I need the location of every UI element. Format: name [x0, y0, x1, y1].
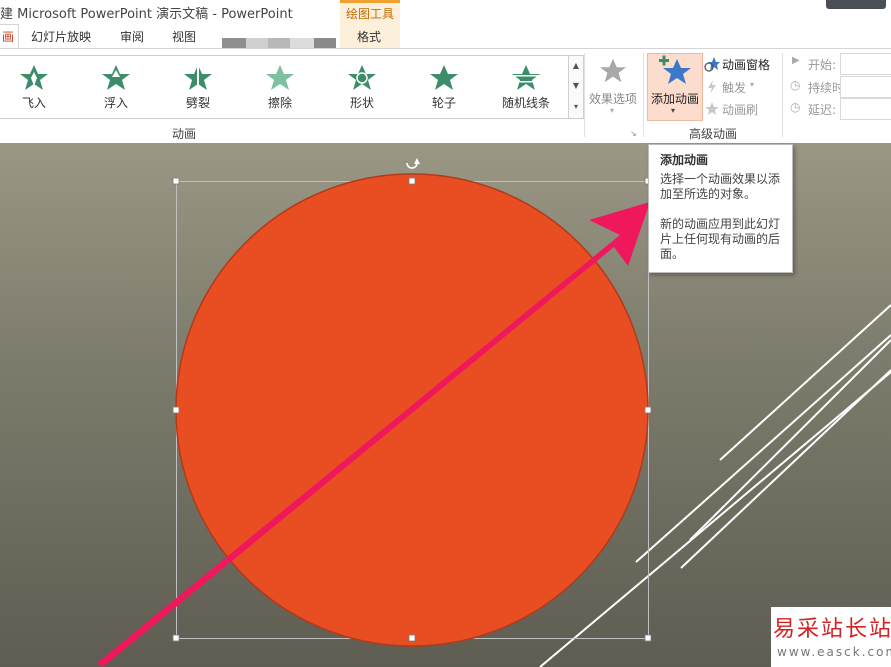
- title-bar: 建 Microsoft PowerPoint 演示文稿 - PowerPoint: [0, 0, 891, 24]
- watermark-url: www.easck.com: [777, 645, 891, 659]
- timing-start-label: 开始:: [808, 58, 837, 72]
- tooltip-note: 新的动画应用到此幻灯片上任何现有动画的后面。: [660, 217, 781, 261]
- anim-label: 轮子: [431, 96, 456, 110]
- separator: [782, 53, 783, 137]
- add-animation-star-icon: [659, 55, 691, 84]
- chevron-down-icon: ▾: [610, 106, 615, 115]
- effect-options-label: 效果选项: [588, 92, 637, 106]
- anim-label: 飞入: [21, 96, 46, 110]
- timing-duration-input[interactable]: [840, 76, 891, 98]
- animation-painter-icon: [705, 102, 719, 115]
- effect-options-star-icon: [599, 58, 627, 83]
- window-controls[interactable]: [826, 0, 886, 9]
- gallery-scroll-down-icon[interactable]: ▼: [569, 76, 583, 96]
- anim-label: 擦除: [267, 96, 292, 110]
- anim-label: 随机线条: [501, 96, 550, 110]
- shape-star-icon: [348, 65, 376, 90]
- add-animation-tooltip: 添加动画 选择一个动画效果以添加至所选的对象。 新的动画应用到此幻灯片上任何现有…: [648, 144, 793, 273]
- window-title: 建 Microsoft PowerPoint 演示文稿 - PowerPoint: [0, 7, 293, 22]
- anim-random-bars[interactable]: 随机线条: [496, 56, 556, 116]
- anim-float-in[interactable]: 浮入: [86, 56, 146, 116]
- anim-label: 劈裂: [185, 96, 210, 110]
- tab-animations-label: 画: [2, 30, 15, 44]
- chevron-down-icon: ▾: [671, 106, 676, 115]
- tab-animations[interactable]: 画: [0, 24, 19, 49]
- anim-split[interactable]: 劈裂: [168, 56, 228, 116]
- anim-shape[interactable]: 形状: [332, 56, 392, 116]
- gallery-more-icon[interactable]: ▾: [569, 97, 583, 117]
- tab-format[interactable]: 格式: [357, 28, 381, 45]
- trigger-label: 触发: [722, 81, 747, 95]
- separator: [643, 53, 644, 137]
- anim-wipe[interactable]: 擦除: [250, 56, 310, 116]
- site-watermark: 易采站长站 www.easck.com: [771, 607, 891, 667]
- anim-label: 形状: [349, 96, 374, 110]
- float-in-star-icon: [102, 65, 130, 90]
- chevron-down-icon: ▾: [750, 80, 755, 89]
- random-bars-star-icon: [512, 65, 540, 90]
- ribbon-tabs: 画 幻灯片放映 审阅 视图 格式: [0, 24, 891, 49]
- lightning-icon: [708, 80, 716, 94]
- tab-review[interactable]: 审阅: [120, 28, 144, 45]
- anim-wheel[interactable]: 轮子: [414, 56, 474, 116]
- wipe-star-icon: [266, 65, 294, 90]
- timing-delay-input[interactable]: [840, 98, 891, 120]
- wheel-star-icon: [430, 65, 458, 90]
- clock-icon: ◷: [790, 78, 801, 92]
- tooltip-title: 添加动画: [660, 153, 709, 167]
- dialog-launcher-icon[interactable]: ↘: [630, 129, 637, 138]
- gallery-scroll-up-icon[interactable]: ▲: [569, 56, 583, 76]
- add-animation-label: 添加动画: [650, 92, 699, 106]
- tooltip-description: 选择一个动画效果以添加至所选的对象。: [660, 172, 781, 201]
- tab-view[interactable]: 视图: [172, 28, 196, 45]
- effect-options-button[interactable]: 效果选项 ▾: [586, 57, 640, 117]
- fly-in-star-icon: [20, 65, 48, 90]
- ribbon: 飞入 浮入 劈裂 擦除 形状 轮子 随机线条 ▲ ▼ ▾ 动画 ↘ 效果选项 ▾…: [0, 48, 891, 144]
- tab-slideshow[interactable]: 幻灯片放映: [31, 28, 91, 45]
- group-label-advanced-animation: 高级动画: [689, 127, 738, 141]
- context-group-label: 绘图工具: [345, 7, 394, 21]
- separator: [584, 53, 585, 137]
- add-animation-button[interactable]: 添加动画 ▾: [647, 53, 703, 121]
- play-icon: ▶: [792, 55, 800, 66]
- clock-icon: ◷: [790, 100, 801, 114]
- split-star-icon: [184, 65, 212, 90]
- group-label-animation: 动画: [172, 127, 197, 141]
- context-accent-bar: [340, 0, 400, 3]
- watermark-logo-text: 易采站长站: [773, 617, 891, 642]
- gallery-scroll: ▲ ▼ ▾: [568, 55, 584, 119]
- animation-pane-label: 动画窗格: [722, 58, 771, 72]
- animation-gallery: 飞入 浮入 劈裂 擦除 形状 轮子 随机线条: [0, 55, 569, 119]
- timing-delay-label: 延迟:: [808, 103, 837, 117]
- anim-label: 浮入: [103, 96, 128, 110]
- anim-fly-in[interactable]: 飞入: [4, 56, 64, 116]
- animation-painter-label: 动画刷: [722, 103, 759, 117]
- animation-pane-icon: [704, 57, 720, 72]
- timing-start-select[interactable]: [840, 53, 891, 75]
